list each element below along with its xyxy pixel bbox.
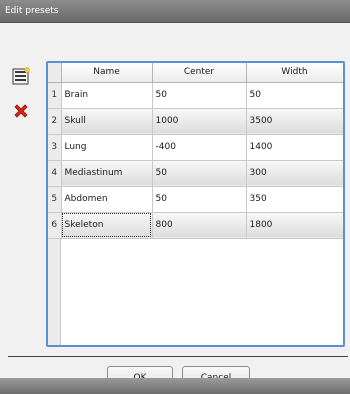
- cell-center[interactable]: 50: [151, 185, 247, 213]
- dialog-separator: [8, 356, 348, 357]
- cell-name[interactable]: Skeleton: [60, 211, 153, 239]
- cell-width[interactable]: 300: [245, 159, 343, 187]
- cell-center[interactable]: 800: [151, 211, 247, 239]
- table-row[interactable]: 3 Lung -400 1400: [48, 133, 343, 161]
- table-header-row: Name Center Width: [48, 63, 343, 83]
- column-header-center[interactable]: Center: [151, 63, 247, 83]
- remove-preset-button[interactable]: [11, 101, 31, 121]
- presets-table-frame: Name Center Width 1 Brain 50 50 2 Skull …: [46, 61, 345, 347]
- table-corner: [48, 63, 62, 83]
- cell-name[interactable]: Abdomen: [60, 185, 153, 213]
- table-row[interactable]: 4 Mediastinum 50 300: [48, 159, 343, 187]
- cell-width[interactable]: 350: [245, 185, 343, 213]
- table-row[interactable]: 5 Abdomen 50 350: [48, 185, 343, 213]
- cell-width[interactable]: 1400: [245, 133, 343, 161]
- cell-name[interactable]: Skull: [60, 107, 153, 135]
- row-number: 4: [48, 159, 62, 187]
- edit-presets-dialog: Name Center Width 1 Brain 50 50 2 Skull …: [0, 23, 350, 390]
- column-header-width[interactable]: Width: [245, 63, 343, 83]
- cell-width[interactable]: 1800: [245, 211, 343, 239]
- cell-center[interactable]: 50: [151, 159, 247, 187]
- cell-name[interactable]: Lung: [60, 133, 153, 161]
- presets-table: Name Center Width 1 Brain 50 50 2 Skull …: [48, 63, 343, 239]
- add-preset-button[interactable]: [11, 66, 31, 86]
- row-number: 5: [48, 185, 62, 213]
- table-row[interactable]: 2 Skull 1000 3500: [48, 107, 343, 135]
- table-row[interactable]: 6 Skeleton 800 1800: [48, 211, 343, 239]
- window-bottom-bar: [0, 378, 350, 394]
- cell-name[interactable]: Brain: [60, 81, 153, 109]
- cell-center[interactable]: 50: [151, 81, 247, 109]
- row-number: 6: [48, 211, 62, 239]
- cell-width[interactable]: 3500: [245, 107, 343, 135]
- row-number: 2: [48, 107, 62, 135]
- red-x-icon: [14, 104, 28, 118]
- window-title: Edit presets: [5, 6, 59, 16]
- window-titlebar: Edit presets: [0, 0, 350, 23]
- table-row[interactable]: 1 Brain 50 50: [48, 81, 343, 109]
- cell-center[interactable]: 1000: [151, 107, 247, 135]
- cell-center[interactable]: -400: [151, 133, 247, 161]
- add-document-icon: [12, 67, 30, 85]
- row-number: 1: [48, 81, 62, 109]
- row-number: 3: [48, 133, 62, 161]
- cell-width[interactable]: 50: [245, 81, 343, 109]
- column-header-name[interactable]: Name: [60, 63, 153, 83]
- cell-name[interactable]: Mediastinum: [60, 159, 153, 187]
